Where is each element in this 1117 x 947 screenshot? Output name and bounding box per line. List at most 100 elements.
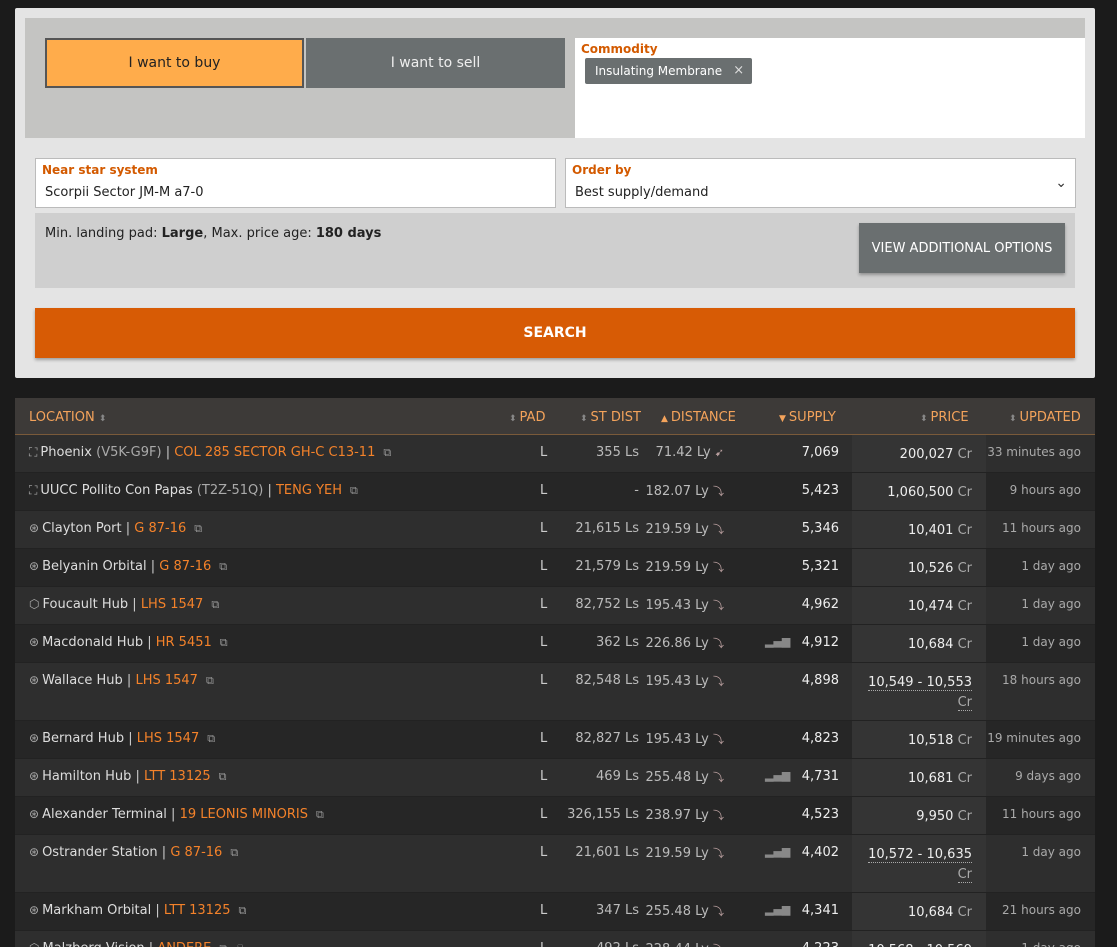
header-distance[interactable]: ▲ DISTANCE — [661, 410, 736, 425]
station-name[interactable]: Ostrander Station — [42, 845, 158, 860]
orbis-icon: ⊛ — [29, 903, 40, 917]
copy-link-icon[interactable]: ⧉ — [211, 598, 219, 611]
system-link[interactable]: COL 285 SECTOR GH-C C13-11 — [174, 445, 375, 460]
system-link[interactable]: G 87-16 — [170, 845, 222, 860]
updated-time: 1 day ago — [1021, 941, 1081, 947]
station-name[interactable]: Malzberg Vision — [42, 941, 144, 947]
table-row[interactable]: ⊛ Hamilton Hub | LTT 13125 ⧉ L 469 Ls 255.48 … — [15, 759, 1095, 797]
direction-arrow-icon: ⤵ — [713, 905, 724, 918]
carrier-icon: ⛶ — [29, 445, 38, 459]
view-additional-options-button[interactable]: VIEW ADDITIONAL OPTIONS — [859, 223, 1065, 273]
location-cell: ⊛ Alexander Terminal | 19 LEONIS MINORIS ⧉ — [29, 807, 324, 822]
station-name[interactable]: Macdonald Hub — [42, 635, 143, 650]
copy-link-icon[interactable]: ⧉ — [239, 904, 247, 917]
station-name[interactable]: Phoenix — [40, 445, 92, 460]
distance: 195.43 Ly ⤵ — [645, 598, 724, 613]
copy-link-icon[interactable]: ⧉ — [220, 636, 228, 649]
remove-tag-icon[interactable]: × — [733, 58, 744, 84]
copy-link-icon[interactable]: ⧉ — [194, 522, 202, 535]
separator: | — [166, 807, 180, 822]
coriolis-icon: ⬡ — [29, 597, 40, 611]
system-link[interactable]: LHS 1547 — [141, 597, 204, 612]
station-name[interactable]: Clayton Port — [42, 521, 122, 536]
station-distance: - — [634, 483, 639, 498]
copy-link-icon[interactable]: ⧉ — [219, 770, 227, 783]
search-button[interactable]: SEARCH — [35, 308, 1075, 358]
table-row[interactable]: ⊛ Markham Orbital | LTT 13125 ⧉ L 347 Ls 255.… — [15, 893, 1095, 931]
copy-link-icon[interactable]: ⧉ — [383, 446, 391, 459]
header-pad[interactable]: ⬍ PAD — [509, 410, 545, 425]
station-distance: 355 Ls — [596, 445, 639, 460]
location-cell: ⊛ Macdonald Hub | HR 5451 ⧉ — [29, 635, 228, 650]
distance: 71.42 Ly ➹ — [655, 445, 724, 460]
table-row[interactable]: ⬡ Foucault Hub | LHS 1547 ⧉ L 82,752 Ls 195.4… — [15, 587, 1095, 625]
header-st-dist[interactable]: ⬍ ST DIST — [580, 410, 641, 425]
updated-time: 18 hours ago — [1002, 673, 1081, 687]
coriolis-icon: ⬡ — [29, 941, 39, 947]
system-link[interactable]: LTT 13125 — [144, 769, 211, 784]
table-row[interactable]: ⛶ UUCC Pollito Con Papas (T2Z-51Q) | TENG… — [15, 473, 1095, 511]
copy-link-icon[interactable]: ⧉ — [350, 484, 358, 497]
copy-link-icon[interactable]: ⧉ — [206, 674, 214, 687]
table-row[interactable]: ⊛ Clayton Port | G 87-16 ⧉ L 21,615 Ls 219.59… — [15, 511, 1095, 549]
table-row[interactable]: ⊛ Ostrander Station | G 87-16 ⧉ L 21,601 Ls 2… — [15, 835, 1095, 893]
table-row[interactable]: ⊛ Alexander Terminal | 19 LEONIS MINORIS ⧉… — [15, 797, 1095, 835]
table-row[interactable]: ⊛ Belyanin Orbital | G 87-16 ⧉ L 21,579 Ls 21… — [15, 549, 1095, 587]
system-link[interactable]: TENG YEH — [276, 483, 342, 498]
table-row[interactable]: ⊛ Wallace Hub | LHS 1547 ⧉ L 82,548 Ls 195.43… — [15, 663, 1095, 721]
separator: | — [161, 445, 175, 460]
pad-size: L — [540, 941, 547, 947]
copy-link-icon[interactable]: ⧉ — [316, 808, 324, 821]
distance: 219.59 Ly ⤵ — [645, 846, 724, 861]
station-name[interactable]: Alexander Terminal — [42, 807, 167, 822]
header-updated[interactable]: ⬍ UPDATED — [1009, 410, 1081, 425]
price-value: 10,681 Cr — [907, 771, 972, 786]
system-link[interactable]: 19 LEONIS MINORIS — [180, 807, 308, 822]
station-distance: 469 Ls — [596, 769, 639, 784]
supply-value: 4,898 — [801, 673, 839, 688]
header-location[interactable]: LOCATION ⬍ — [29, 410, 109, 425]
distance: 238.97 Ly ⤵ — [645, 808, 724, 823]
station-name[interactable]: Hamilton Hub — [42, 769, 131, 784]
system-link[interactable]: G 87-16 — [134, 521, 186, 536]
system-link[interactable]: LHS 1547 — [137, 731, 200, 746]
header-supply[interactable]: ▼ SUPPLY — [779, 410, 836, 425]
price-cell: 10,684 Cr — [852, 893, 986, 930]
near-system-field[interactable]: Near star system Scorpii Sector JM-M a7-… — [35, 158, 556, 208]
direction-arrow-icon: ⤵ — [713, 809, 724, 822]
buy-toggle-button[interactable]: I want to buy — [45, 38, 304, 88]
system-link[interactable]: HR 5451 — [156, 635, 212, 650]
copy-link-icon[interactable]: ⧉ — [219, 560, 227, 573]
system-link[interactable]: ANDERE — [157, 941, 211, 947]
station-name[interactable]: Wallace Hub — [42, 673, 123, 688]
price-value: 10,684 Cr — [907, 637, 972, 652]
copy-link-icon[interactable]: ⧉ — [207, 732, 215, 745]
station-name[interactable]: UUCC Pollito Con Papas — [40, 483, 192, 498]
direction-arrow-icon: ⤵ — [713, 943, 724, 947]
copy-link-icon[interactable]: ⧉ — [219, 942, 227, 947]
table-row[interactable]: ⛶ Phoenix (V5K-G9F) | COL 285 SECTOR GH-C… — [15, 435, 1095, 473]
system-link[interactable]: LTT 13125 — [164, 903, 231, 918]
near-system-input[interactable]: Scorpii Sector JM-M a7-0 — [45, 185, 204, 200]
price-value: 200,027 Cr — [899, 447, 972, 462]
system-link[interactable]: LHS 1547 — [135, 673, 198, 688]
separator: | — [263, 483, 276, 498]
copy-link-icon[interactable]: ⧉ — [230, 846, 238, 859]
header-price[interactable]: ⬍ PRICE — [920, 410, 969, 425]
table-row[interactable]: ⊛ Macdonald Hub | HR 5451 ⧉ L 362 Ls 226.86 L… — [15, 625, 1095, 663]
station-name[interactable]: Foucault Hub — [42, 597, 128, 612]
price-cell: 200,027 Cr — [852, 435, 986, 472]
updated-time: 9 hours ago — [1009, 483, 1081, 497]
sell-toggle-button[interactable]: I want to sell — [306, 38, 565, 88]
commodity-field[interactable]: Commodity Insulating Membrane × — [575, 38, 1085, 138]
system-link[interactable]: G 87-16 — [159, 559, 211, 574]
order-by-select[interactable]: Order by Best supply/demand ⌄ — [565, 158, 1076, 208]
station-name[interactable]: Bernard Hub — [42, 731, 124, 746]
table-row[interactable]: ⬡Malzberg Vision | ANDERE ⧉ ☠ L 492 Ls 228.44… — [15, 931, 1095, 947]
table-header: LOCATION ⬍ ⬍ PAD ⬍ ST DIST ▲ DISTANCE ▼ SUPP… — [15, 398, 1095, 435]
station-name[interactable]: Markham Orbital — [42, 903, 151, 918]
station-name[interactable]: Belyanin Orbital — [42, 559, 147, 574]
station-distance: 82,548 Ls — [575, 673, 639, 688]
table-row[interactable]: ⊛ Bernard Hub | LHS 1547 ⧉ L 82,827 Ls 195.43… — [15, 721, 1095, 759]
options-summary-text: Min. landing pad: Large, Max. price age:… — [45, 226, 382, 241]
